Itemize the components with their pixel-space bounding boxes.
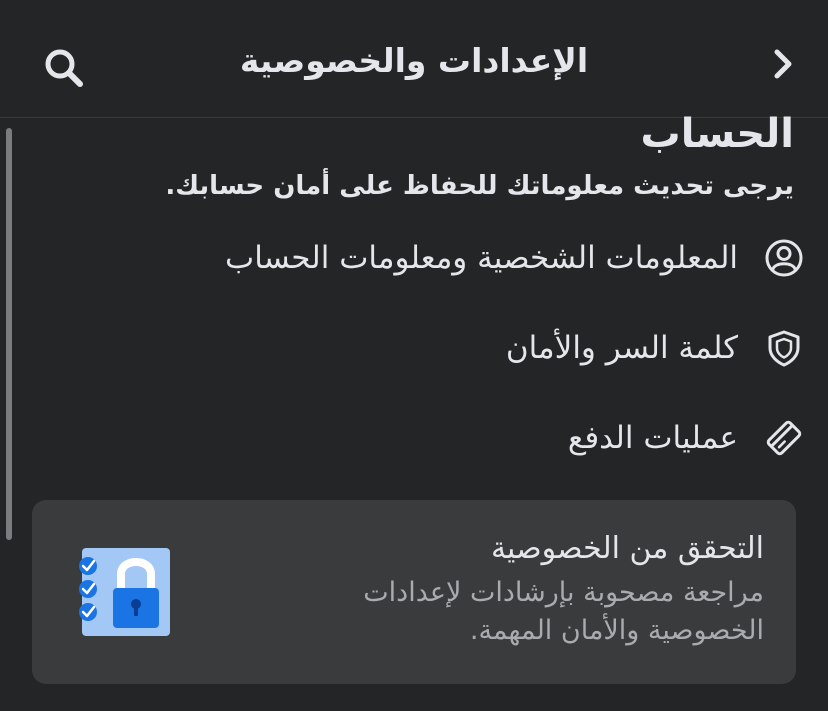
shield-icon	[764, 328, 804, 368]
search-button[interactable]	[40, 44, 88, 92]
section-title: الحساب	[640, 111, 794, 157]
settings-privacy-page: الإعدادات والخصوصية الحساب يرجى تحديث مع…	[0, 0, 828, 711]
menu-item-label: المعلومات الشخصية ومعلومات الحساب	[225, 240, 738, 276]
scrollbar[interactable]	[6, 128, 12, 540]
search-icon	[45, 49, 83, 87]
user-circle-icon	[764, 238, 804, 278]
back-button[interactable]	[766, 44, 800, 84]
menu-item-label: كلمة السر والأمان	[505, 330, 738, 366]
header-bar: الإعدادات والخصوصية	[0, 0, 828, 118]
menu-item-personal-info[interactable]: المعلومات الشخصية ومعلومات الحساب	[225, 228, 804, 288]
payment-card-icon	[764, 418, 804, 458]
section-subtitle: يرجى تحديث معلوماتك للحفاظ على أمان حساب…	[165, 171, 794, 201]
menu-item-payments[interactable]: عمليات الدفع	[568, 408, 804, 468]
page-title: الإعدادات والخصوصية	[239, 41, 589, 80]
privacy-checkup-card[interactable]: التحقق من الخصوصية مراجعة مصحوبة بإرشادا…	[32, 500, 796, 684]
checklist-lock-icon	[76, 544, 176, 644]
chevron-right-icon	[774, 49, 792, 79]
menu-item-password-security[interactable]: كلمة السر والأمان	[506, 318, 804, 378]
card-description: مراجعة مصحوبة بإرشادات لإعدادات الخصوصية…	[363, 577, 764, 646]
card-title: التحقق من الخصوصية	[490, 531, 764, 566]
menu-item-label: عمليات الدفع	[567, 420, 738, 456]
